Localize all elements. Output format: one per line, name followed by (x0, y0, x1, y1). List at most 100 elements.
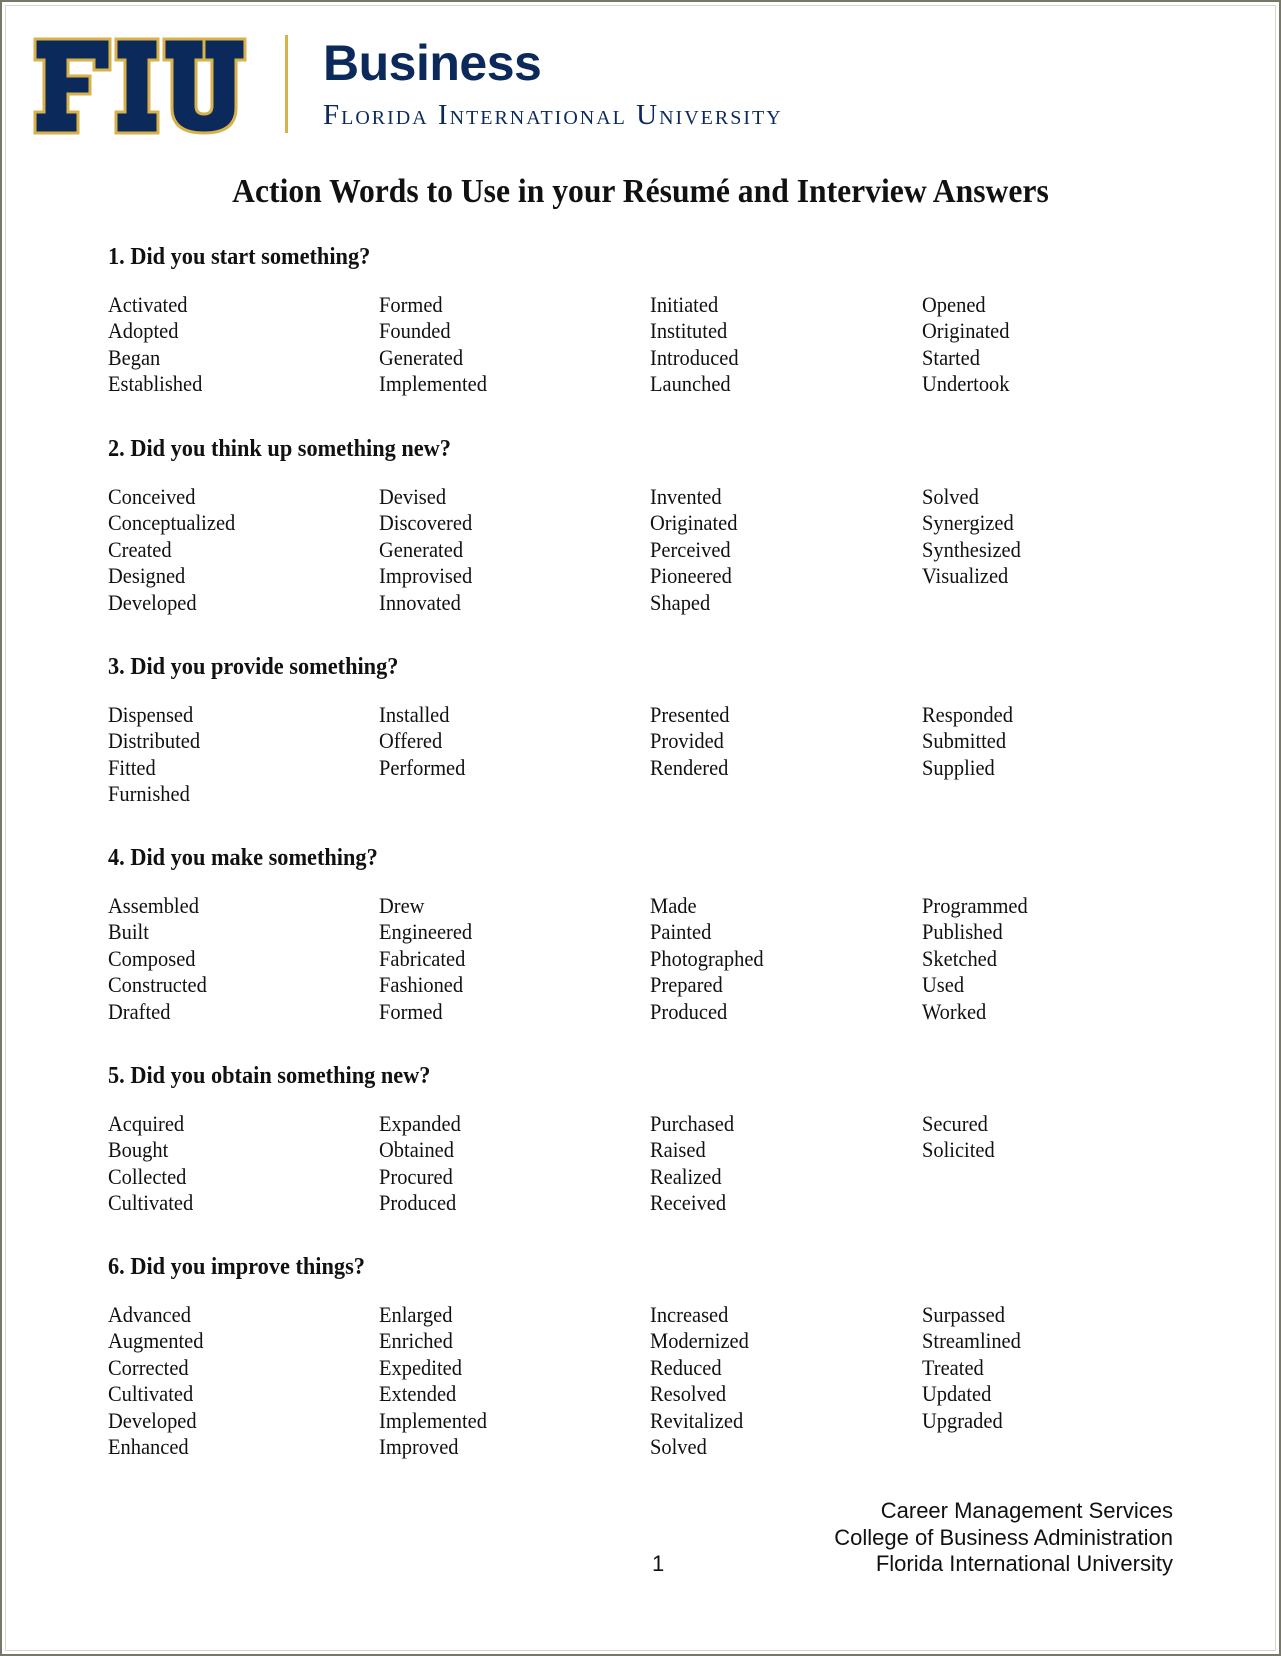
action-word: Discovered (379, 510, 473, 536)
section-heading: 5. Did you obtain something new? (108, 1063, 431, 1089)
action-word: Improvised (379, 563, 473, 589)
word-column: Acquired Bought Collected Cultivated (108, 1111, 368, 1217)
action-word: Purchased (650, 1111, 735, 1136)
action-word: Programmed (922, 893, 1028, 918)
section-2: 2. Did you think up something new? Concei… (108, 436, 1208, 615)
action-word: Synergized (922, 510, 1014, 536)
action-word: Undertook (922, 371, 1010, 397)
word-column: Solved Synergized Synthesized Visualized (922, 484, 1182, 590)
action-word: Streamlined (922, 1328, 1021, 1354)
action-word: Offered (379, 728, 443, 754)
action-word: Developed (108, 1407, 197, 1433)
action-word: Advanced (108, 1302, 191, 1327)
action-word: Pioneered (650, 563, 732, 589)
action-word: Procured (379, 1163, 453, 1189)
footer-line-department: Career Management Services (880, 1498, 1173, 1523)
action-word: Introduced (650, 344, 739, 370)
action-word: Produced (379, 1190, 457, 1216)
action-word: Sketched (922, 945, 998, 971)
action-word: Improved (379, 1433, 459, 1459)
action-word: Received (650, 1190, 727, 1216)
word-column: Activated Adopted Began Established (108, 292, 368, 398)
word-column: Initiated Instituted Introduced Launched (650, 292, 910, 398)
action-word: Visualized (922, 563, 1009, 589)
action-word: Implemented (379, 371, 487, 397)
action-word: Devised (379, 484, 447, 509)
action-word: Obtained (379, 1137, 455, 1163)
action-word: Solved (922, 484, 979, 509)
word-column: Dispensed Distributed Fitted Furnished (108, 702, 368, 808)
footer-line-university: Florida International University (875, 1551, 1173, 1576)
action-word: Formed (379, 292, 443, 317)
action-word: Increased (650, 1302, 729, 1327)
action-word: Solved (650, 1433, 707, 1459)
word-column: Formed Founded Generated Implemented (379, 292, 639, 398)
word-column: Increased Modernized Reduced Resolved Revita… (650, 1302, 910, 1460)
section-heading: 2. Did you think up something new? (108, 436, 451, 462)
action-word: Revitalized (650, 1407, 744, 1433)
action-word: Enriched (379, 1328, 453, 1354)
action-word: Solicited (922, 1137, 995, 1163)
action-word: Extended (379, 1381, 457, 1407)
action-word: Fashioned (379, 972, 464, 998)
action-word: Established (108, 371, 203, 397)
word-column: Drew Engineered Fabricated Fashioned Formed (379, 893, 639, 1025)
action-word: Realized (650, 1163, 722, 1189)
action-word: Adopted (108, 318, 179, 344)
action-word: Drew (379, 893, 425, 918)
action-word: Expedited (379, 1354, 462, 1380)
word-column: Programmed Published Sketched Used Worked (922, 893, 1182, 1025)
word-column: Advanced Augmented Corrected Cultivated Deve… (108, 1302, 368, 1460)
action-word: Composed (108, 945, 196, 971)
action-word: Collected (108, 1163, 187, 1189)
business-wordmark: Business (323, 35, 542, 91)
action-word: Generated (379, 536, 464, 562)
word-column: Conceived Conceptualized Created Designed De… (108, 484, 368, 616)
section-3: 3. Did you provide something? Dispensed Di… (108, 654, 1208, 806)
action-word: Submitted (922, 728, 1007, 754)
action-word: Updated (922, 1381, 992, 1407)
section-1: 1. Did you start something? Activated Adop… (108, 244, 1208, 396)
action-word: Augmented (108, 1328, 204, 1354)
word-column: Expanded Obtained Procured Produced (379, 1111, 639, 1217)
action-word: Painted (650, 919, 712, 945)
section-heading: 1. Did you start something? (108, 244, 371, 270)
action-word: Conceived (108, 484, 196, 509)
action-word: Presented (650, 702, 730, 727)
action-word: Opened (922, 292, 986, 317)
word-column: Purchased Raised Realized Received (650, 1111, 910, 1217)
action-word: Worked (922, 998, 987, 1024)
page-number: 1 (652, 1551, 665, 1576)
word-column: Enlarged Enriched Expedited Extended Impleme… (379, 1302, 639, 1460)
action-word: Furnished (108, 781, 190, 807)
action-word: Published (922, 919, 1003, 945)
section-heading: 3. Did you provide something? (108, 654, 399, 680)
action-word: Used (922, 972, 965, 998)
action-word: Upgraded (922, 1407, 1003, 1433)
action-word: Implemented (379, 1407, 487, 1433)
action-word: Fitted (108, 754, 156, 780)
action-word: Developed (108, 589, 197, 615)
action-word: Started (922, 344, 980, 370)
action-word: Originated (922, 318, 1010, 344)
action-word: Produced (650, 998, 728, 1024)
action-word: Engineered (379, 919, 473, 945)
action-word: Built (108, 919, 149, 945)
action-word: Supplied (922, 754, 995, 780)
action-word: Modernized (650, 1328, 749, 1354)
fiu-logo-icon (33, 37, 247, 135)
action-word: Provided (650, 728, 724, 754)
action-word: Expanded (379, 1111, 461, 1136)
action-word: Invented (650, 484, 722, 509)
action-word: Rendered (650, 754, 729, 780)
action-word: Drafted (108, 998, 171, 1024)
action-word: Launched (650, 371, 731, 397)
word-column: Secured Solicited (922, 1111, 1182, 1164)
word-column: Devised Discovered Generated Improvised Inno… (379, 484, 639, 616)
action-word: Shaped (650, 589, 711, 615)
action-word: Constructed (108, 972, 207, 998)
action-word: Initiated (650, 292, 719, 317)
fiu-logo (32, 36, 248, 136)
action-word: Distributed (108, 728, 201, 754)
action-word: Raised (650, 1137, 706, 1163)
